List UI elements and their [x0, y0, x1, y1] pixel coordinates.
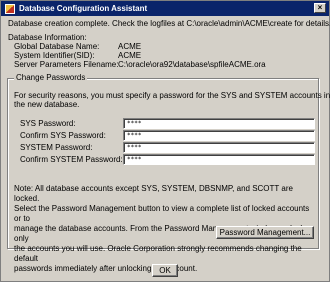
note-line: Note: All database accounts except SYS, … — [14, 184, 293, 203]
security-description-line2: the new database. — [14, 100, 80, 109]
confirm-system-password-input[interactable]: **** — [123, 154, 315, 165]
confirm-system-password-label: Confirm SYSTEM Password: — [20, 155, 123, 164]
title-bar: Database Configuration Assistant × — [1, 1, 329, 16]
note-line: Select the Password Management button to… — [14, 204, 310, 223]
server-params-value: C:\oracle\ora92\database\spfileACME.ora — [118, 60, 266, 69]
sys-password-input[interactable]: **** — [123, 118, 315, 129]
system-password-input[interactable]: **** — [123, 142, 315, 153]
dialog-window: Database Configuration Assistant × Datab… — [0, 0, 330, 282]
completion-message: Database creation complete. Check the lo… — [8, 19, 330, 28]
note-line: the accounts you will use. Oracle Corpor… — [14, 244, 302, 263]
close-button[interactable]: × — [314, 3, 326, 13]
confirm-sys-password-label: Confirm SYS Password: — [20, 131, 106, 140]
server-params-label: Server Parameters Filename: — [14, 60, 119, 69]
app-icon — [5, 3, 15, 14]
window-title: Database Configuration Assistant — [19, 4, 148, 13]
system-password-label: SYSTEM Password: — [20, 143, 93, 152]
confirm-sys-password-input[interactable]: **** — [123, 130, 315, 141]
ok-button[interactable]: OK — [152, 264, 178, 277]
change-passwords-title: Change Passwords — [14, 72, 88, 84]
sys-password-label: SYS Password: — [20, 119, 76, 128]
password-management-button[interactable]: Password Management... — [216, 226, 314, 239]
